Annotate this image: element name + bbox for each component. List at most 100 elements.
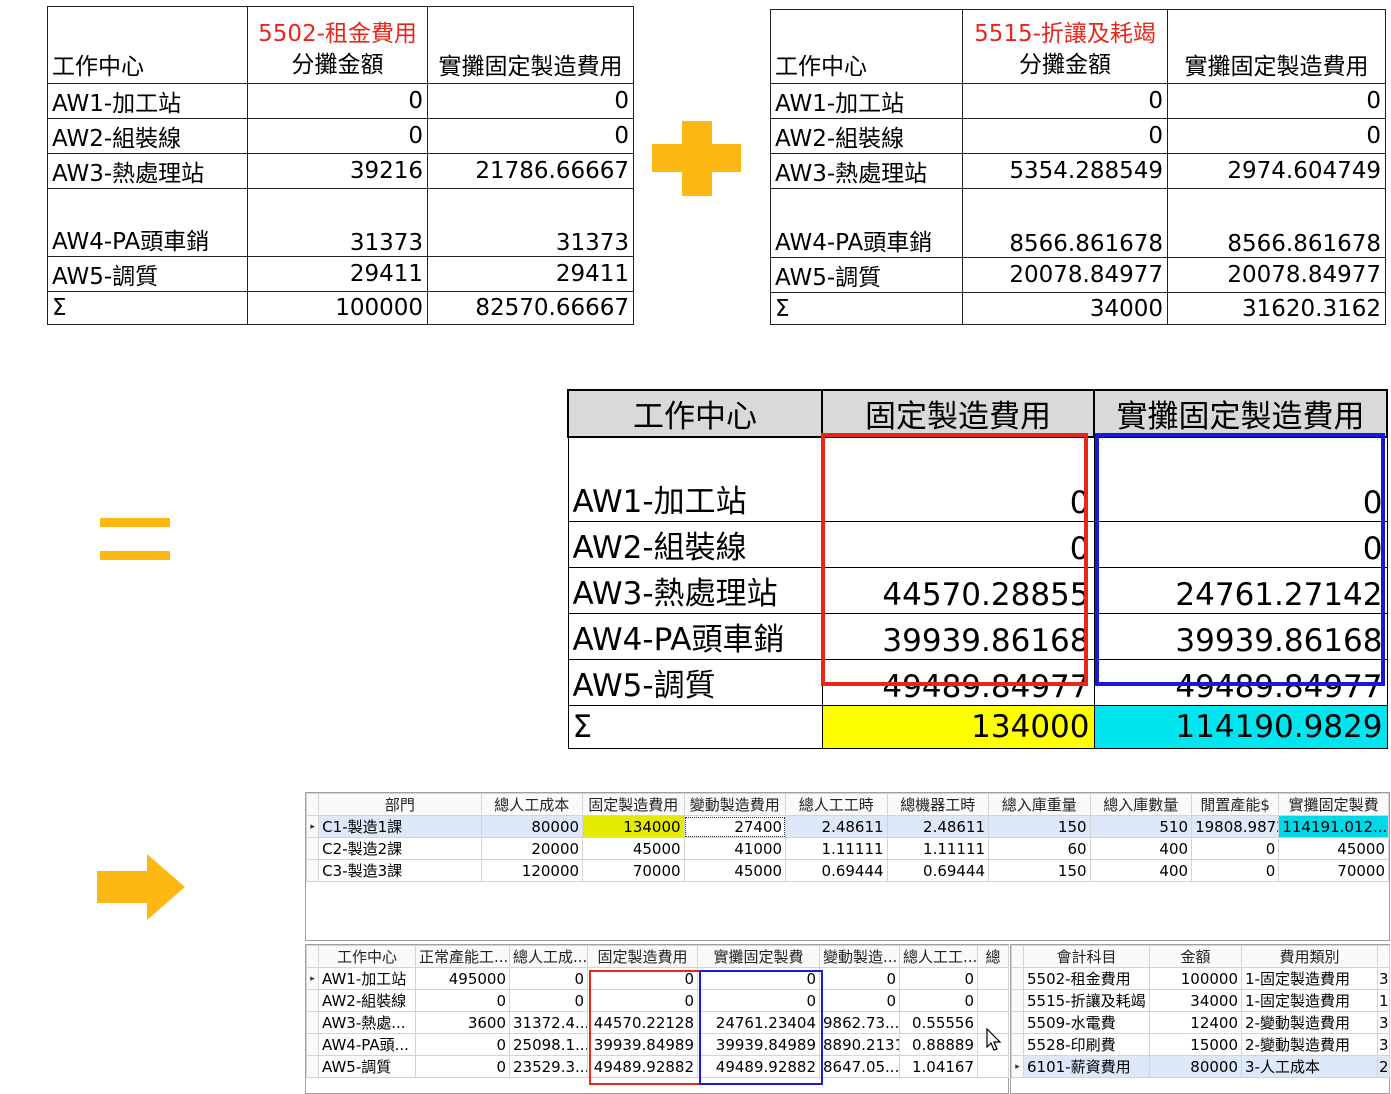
grid-cell[interactable]: 1.11111 bbox=[886, 837, 990, 860]
grid-cell[interactable]: 70000 bbox=[582, 859, 685, 882]
grid-cell[interactable]: 8890.2131 bbox=[819, 1033, 900, 1056]
column-header[interactable]: 總人工工時 bbox=[785, 793, 888, 816]
grid-cell[interactable]: 0.55556 bbox=[899, 1011, 978, 1034]
row-indicator[interactable] bbox=[306, 1055, 319, 1078]
grid-cell[interactable] bbox=[977, 967, 1009, 990]
grid-cell[interactable]: 31372.4... bbox=[509, 1011, 588, 1034]
column-header[interactable]: 工作中心 bbox=[318, 945, 416, 968]
grid-cell[interactable]: 5502-租金費用 bbox=[1023, 967, 1150, 990]
grid-cell[interactable]: 23529.3... bbox=[509, 1055, 588, 1078]
column-header[interactable]: 會計科目 bbox=[1023, 945, 1150, 968]
workcenter-grid[interactable]: 工作中心 正常產能工... 總人工成... 固定製造費用 實攤固定製費 變動製造... 總人… bbox=[305, 944, 1009, 1094]
column-header[interactable]: 總人工工... bbox=[899, 945, 978, 968]
grid-cell[interactable]: 25098.1... bbox=[509, 1033, 588, 1056]
table-row[interactable]: 5528-印刷費 15000 2-變動製造費用 3 bbox=[1011, 1033, 1390, 1056]
grid-cell[interactable]: 80000 bbox=[480, 815, 584, 838]
table-row[interactable]: 5509-水電費 12400 2-變動製造費用 3 bbox=[1011, 1011, 1390, 1034]
grid-cell[interactable]: 100000 bbox=[1149, 967, 1242, 990]
grid-cell[interactable]: 0 bbox=[509, 989, 588, 1012]
grid-cell[interactable]: AW4-PA頭... bbox=[318, 1033, 416, 1056]
current-row-indicator-icon[interactable]: ▸ bbox=[1011, 1055, 1024, 1078]
table-row[interactable]: C2-製造2課 20000 45000 41000 1.11111 1.11111 60 40… bbox=[305, 837, 1389, 860]
row-indicator[interactable] bbox=[305, 837, 320, 860]
grid-cell[interactable]: 9862.73... bbox=[819, 1011, 900, 1034]
grid-cell[interactable]: 0 bbox=[1191, 859, 1280, 882]
grid-cell[interactable]: 80000 bbox=[1149, 1055, 1242, 1078]
column-header[interactable]: 費用類別 bbox=[1241, 945, 1378, 968]
grid-cell[interactable]: 5509-水電費 bbox=[1023, 1011, 1150, 1034]
grid-cell[interactable]: 12400 bbox=[1149, 1011, 1242, 1034]
grid-cell[interactable]: 400 bbox=[1089, 837, 1193, 860]
column-header[interactable]: 固定製造費用 bbox=[587, 945, 698, 968]
grid-cell[interactable]: 27400 bbox=[683, 815, 787, 838]
row-indicator[interactable] bbox=[305, 859, 320, 882]
grid-cell[interactable]: 2-變動製造費用 bbox=[1241, 1011, 1378, 1034]
column-header[interactable]: 變動製造... bbox=[819, 945, 900, 968]
grid-cell[interactable] bbox=[977, 1055, 1009, 1078]
grid-cell[interactable]: 2.48611 bbox=[785, 815, 888, 838]
table-row[interactable]: 5515-折讓及耗竭 34000 1-固定製造費用 1 bbox=[1011, 989, 1390, 1012]
row-indicator[interactable] bbox=[306, 1033, 319, 1056]
grid-cell[interactable]: 3600 bbox=[415, 1011, 510, 1034]
grid-cell[interactable]: AW1-加工站 bbox=[318, 967, 416, 990]
current-row-indicator-icon[interactable]: ▸ bbox=[305, 815, 320, 838]
column-header[interactable]: 固定製造費用 bbox=[582, 793, 685, 816]
table-row[interactable]: ▸ C1-製造1課 80000 134000 27400 2.48611 2.48611 15… bbox=[305, 815, 1389, 838]
grid-cell[interactable]: 150 bbox=[988, 859, 1091, 882]
grid-cell[interactable]: 0 bbox=[415, 1055, 510, 1078]
grid-cell[interactable]: AW2-組裝線 bbox=[318, 989, 416, 1012]
row-indicator[interactable] bbox=[306, 989, 319, 1012]
grid-cell[interactable]: 0.69444 bbox=[785, 859, 888, 882]
table-row[interactable]: C3-製造3課 120000 70000 45000 0.69444 0.69444 150… bbox=[305, 859, 1389, 882]
grid-cell[interactable]: 0 bbox=[415, 989, 510, 1012]
account-grid[interactable]: 會計科目 金額 費用類別 5502-租金費用 100000 1-固定製造費用 3 5515-… bbox=[1010, 944, 1390, 1094]
grid-cell[interactable]: 3 bbox=[1377, 1033, 1390, 1056]
grid-cell[interactable]: 5528-印刷費 bbox=[1023, 1033, 1150, 1056]
grid-cell[interactable]: 20000 bbox=[480, 837, 584, 860]
grid-cell[interactable]: 0 bbox=[415, 1033, 510, 1056]
grid-cell[interactable]: 114191.012... bbox=[1278, 815, 1389, 838]
grid-cell[interactable]: AW5-調質 bbox=[318, 1055, 416, 1078]
current-row-indicator-icon[interactable]: ▸ bbox=[306, 967, 319, 990]
grid-cell[interactable]: 5515-折讓及耗竭 bbox=[1023, 989, 1150, 1012]
grid-cell[interactable]: 495000 bbox=[415, 967, 510, 990]
grid-cell[interactable]: C1-製造1課 bbox=[318, 815, 482, 838]
grid-cell[interactable]: 0.88889 bbox=[899, 1033, 978, 1056]
grid-cell[interactable]: AW3-熱處... bbox=[318, 1011, 416, 1034]
grid-cell[interactable]: C3-製造3課 bbox=[318, 859, 482, 882]
column-header[interactable]: 總 bbox=[977, 945, 1009, 968]
grid-cell[interactable]: 150 bbox=[988, 815, 1091, 838]
grid-cell[interactable]: 1 bbox=[1377, 989, 1390, 1012]
column-header[interactable]: 金額 bbox=[1149, 945, 1242, 968]
grid-cell[interactable]: 1.04167 bbox=[899, 1055, 978, 1078]
row-indicator[interactable] bbox=[306, 1011, 319, 1034]
grid-cell[interactable]: 70000 bbox=[1278, 859, 1389, 882]
column-header[interactable]: 實攤固定製費 bbox=[697, 945, 820, 968]
column-header[interactable]: 總人工成本 bbox=[480, 793, 584, 816]
department-grid[interactable]: 部門 總人工成本 固定製造費用 變動製造費用 總人工工時 總機器工時 總入庫重量 總入庫數量閒… bbox=[305, 792, 1390, 941]
grid-cell[interactable]: 45000 bbox=[582, 837, 685, 860]
grid-cell[interactable]: 2 bbox=[1377, 1055, 1390, 1078]
grid-cell[interactable]: 15000 bbox=[1149, 1033, 1242, 1056]
grid-cell[interactable]: 1-固定製造費用 bbox=[1241, 989, 1378, 1012]
table-row[interactable]: ▸ 6101-薪資費用 80000 3-人工成本 2 bbox=[1011, 1055, 1390, 1078]
grid-cell[interactable]: C2-製造2課 bbox=[318, 837, 482, 860]
grid-cell[interactable]: 400 bbox=[1089, 859, 1193, 882]
column-header[interactable]: 閒置產能$ bbox=[1191, 793, 1280, 816]
grid-cell[interactable]: 510 bbox=[1089, 815, 1193, 838]
grid-cell[interactable]: 60 bbox=[988, 837, 1091, 860]
grid-cell[interactable]: 3-人工成本 bbox=[1241, 1055, 1378, 1078]
grid-cell[interactable]: 8647.05... bbox=[819, 1055, 900, 1078]
grid-cell[interactable]: 3 bbox=[1377, 967, 1390, 990]
grid-cell[interactable]: 6101-薪資費用 bbox=[1023, 1055, 1150, 1078]
row-indicator[interactable] bbox=[1011, 1011, 1024, 1034]
row-indicator[interactable] bbox=[1011, 1033, 1024, 1056]
grid-cell[interactable]: 45000 bbox=[683, 859, 787, 882]
table-row[interactable]: 5502-租金費用 100000 1-固定製造費用 3 bbox=[1011, 967, 1390, 990]
grid-cell[interactable]: 2.48611 bbox=[886, 815, 990, 838]
grid-cell[interactable]: 120000 bbox=[480, 859, 584, 882]
grid-cell[interactable]: 0 bbox=[509, 967, 588, 990]
row-indicator[interactable] bbox=[1011, 967, 1024, 990]
grid-cell[interactable]: 0.69444 bbox=[886, 859, 990, 882]
grid-cell[interactable]: 0 bbox=[899, 967, 978, 990]
